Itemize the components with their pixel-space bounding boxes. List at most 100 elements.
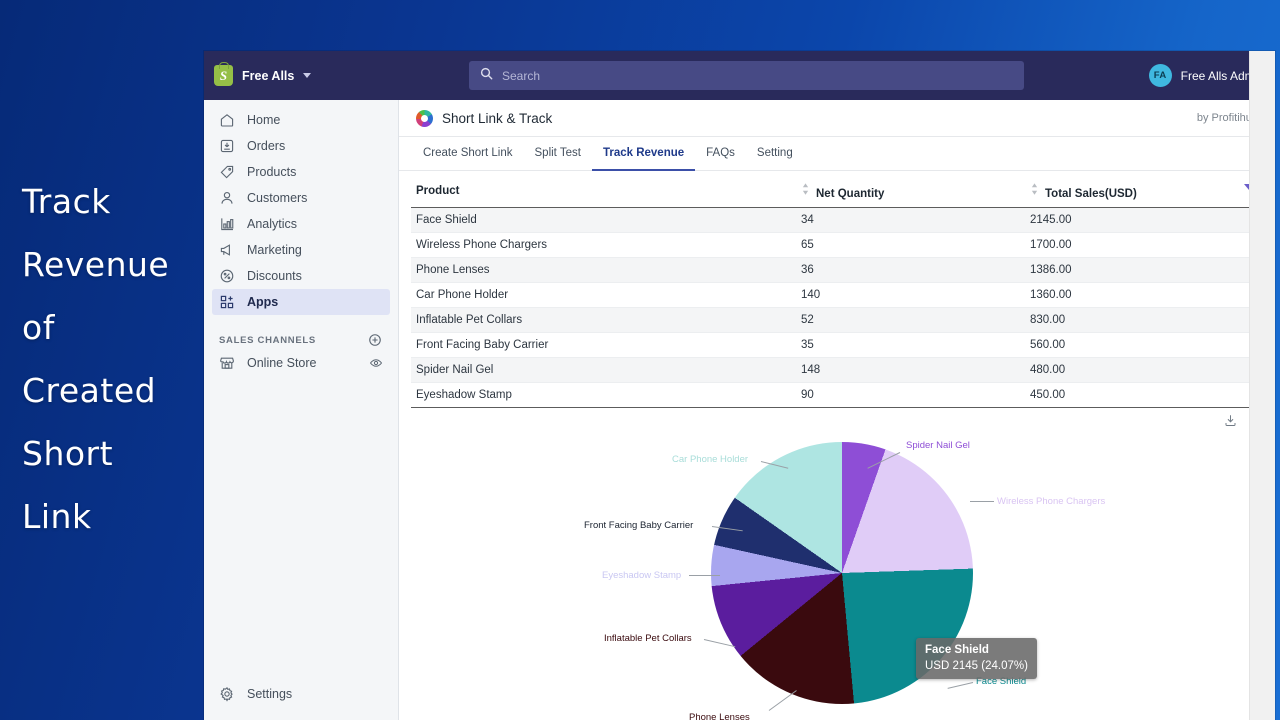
sidebar-settings-row: Settings xyxy=(204,681,398,707)
tab-faqs[interactable]: FAQs xyxy=(695,137,746,171)
shopify-admin-window: S Free Alls FA Free Alls Admin H xyxy=(204,51,1275,720)
table-row[interactable]: Inflatable Pet Collars 52 830.00 xyxy=(411,308,1258,333)
person-icon xyxy=(219,190,235,206)
revenue-table: Product Net Quantity Total Sales(USD xyxy=(411,175,1258,408)
column-label: Product xyxy=(416,185,459,197)
table-row[interactable]: Spider Nail Gel 148 480.00 xyxy=(411,358,1258,383)
sidebar-item-label: Apps xyxy=(247,295,278,309)
cell-sales: 1360.00 xyxy=(1025,283,1258,308)
sidebar: Home Orders Products Customers xyxy=(204,100,399,720)
sidebar-item-label: Analytics xyxy=(247,217,297,231)
tooltip-title: Face Shield xyxy=(925,642,1028,658)
app-title-wrap: Short Link & Track xyxy=(416,110,552,127)
search-box[interactable] xyxy=(469,61,1024,90)
promo-overlay-text: Track Revenue of Created Short Link xyxy=(22,170,202,548)
sidebar-item-marketing[interactable]: Marketing xyxy=(212,237,390,263)
eye-icon[interactable] xyxy=(369,356,383,370)
cell-sales: 830.00 xyxy=(1025,308,1258,333)
tab-track-revenue[interactable]: Track Revenue xyxy=(592,137,695,171)
chevron-down-icon xyxy=(303,73,311,78)
plus-circle-icon[interactable] xyxy=(368,333,382,347)
tab-bar: Create Short Link Split Test Track Reven… xyxy=(399,137,1275,171)
cell-quantity: 36 xyxy=(796,258,1025,283)
search-icon xyxy=(480,67,493,85)
sidebar-item-orders[interactable]: Orders xyxy=(212,133,390,159)
table-body: Face Shield 34 2145.00 Wireless Phone Ch… xyxy=(411,208,1258,408)
cell-product: Spider Nail Gel xyxy=(411,358,796,383)
table-row[interactable]: Wireless Phone Chargers 65 1700.00 xyxy=(411,233,1258,258)
pie-label-inflatable-pet-collars: Inflatable Pet Collars xyxy=(604,633,692,644)
sidebar-item-products[interactable]: Products xyxy=(212,159,390,185)
storefront-icon xyxy=(219,355,235,371)
table-row[interactable]: Phone Lenses 36 1386.00 xyxy=(411,258,1258,283)
sidebar-item-online-store[interactable]: Online Store xyxy=(212,350,390,376)
sidebar-item-home[interactable]: Home xyxy=(212,107,390,133)
pie-label-front-facing-baby-carrier: Front Facing Baby Carrier xyxy=(584,520,693,531)
cell-product: Wireless Phone Chargers xyxy=(411,233,796,258)
cell-product: Eyeshadow Stamp xyxy=(411,383,796,408)
tab-setting[interactable]: Setting xyxy=(746,137,804,171)
store-switcher-button[interactable]: S Free Alls xyxy=(204,51,323,100)
cell-product: Car Phone Holder xyxy=(411,283,796,308)
promo-line: Revenue xyxy=(22,233,202,296)
table-row[interactable]: Face Shield 34 2145.00 xyxy=(411,208,1258,233)
cell-quantity: 140 xyxy=(796,283,1025,308)
app-header: Short Link & Track by Profitihub xyxy=(399,100,1275,137)
download-icon[interactable] xyxy=(1223,413,1238,428)
cell-quantity: 65 xyxy=(796,233,1025,258)
cell-product: Phone Lenses xyxy=(411,258,796,283)
column-label: Net Quantity xyxy=(816,188,884,200)
gear-icon xyxy=(219,686,235,702)
sales-channels-label: SALES CHANNELS xyxy=(219,335,316,346)
sales-channels-header: SALES CHANNELS xyxy=(219,333,382,347)
table-row[interactable]: Front Facing Baby Carrier 35 560.00 xyxy=(411,333,1258,358)
pie-label-eyeshadow-stamp: Eyeshadow Stamp xyxy=(602,570,681,581)
sidebar-item-label: Discounts xyxy=(247,269,302,283)
download-row xyxy=(411,408,1258,428)
cell-product: Front Facing Baby Carrier xyxy=(411,333,796,358)
sidebar-item-discounts[interactable]: Discounts xyxy=(212,263,390,289)
column-header-total-sales[interactable]: Total Sales(USD) xyxy=(1025,175,1258,208)
table-row[interactable]: Eyeshadow Stamp 90 450.00 xyxy=(411,383,1258,408)
main-content: Short Link & Track by Profitihub Create … xyxy=(399,100,1275,720)
user-menu-button[interactable]: FA Free Alls Admin xyxy=(1149,51,1264,100)
app-title: Short Link & Track xyxy=(442,111,552,126)
cell-sales: 480.00 xyxy=(1025,358,1258,383)
cell-sales: 1386.00 xyxy=(1025,258,1258,283)
cell-sales: 2145.00 xyxy=(1025,208,1258,233)
sidebar-item-label: Orders xyxy=(247,139,285,153)
search-input[interactable] xyxy=(502,69,982,83)
tab-create-short-link[interactable]: Create Short Link xyxy=(412,137,524,171)
sidebar-item-customers[interactable]: Customers xyxy=(212,185,390,211)
admin-body: Home Orders Products Customers xyxy=(204,100,1275,720)
discount-icon xyxy=(219,268,235,284)
cell-sales: 560.00 xyxy=(1025,333,1258,358)
column-header-product[interactable]: Product xyxy=(411,175,796,208)
table-row[interactable]: Car Phone Holder 140 1360.00 xyxy=(411,283,1258,308)
store-name-label: Free Alls xyxy=(242,69,294,83)
pie-label-car-phone-holder: Car Phone Holder xyxy=(672,454,748,465)
sort-toggle-icon xyxy=(1030,182,1039,199)
sidebar-item-label: Products xyxy=(247,165,296,179)
apps-icon xyxy=(219,294,235,310)
pie-label-spider-nail-gel: Spider Nail Gel xyxy=(906,440,970,451)
table-header-row: Product Net Quantity Total Sales(USD xyxy=(411,175,1258,208)
promo-line: Short xyxy=(22,422,202,485)
sidebar-item-apps[interactable]: Apps xyxy=(212,289,390,315)
column-label: Total Sales(USD) xyxy=(1045,188,1137,200)
cell-sales: 1700.00 xyxy=(1025,233,1258,258)
tab-split-test[interactable]: Split Test xyxy=(524,137,592,171)
megaphone-icon xyxy=(219,242,235,258)
top-bar: S Free Alls FA Free Alls Admin xyxy=(204,51,1275,100)
cell-product: Face Shield xyxy=(411,208,796,233)
vertical-scrollbar[interactable] xyxy=(1249,51,1275,720)
sort-toggle-icon xyxy=(801,182,810,199)
pie-label-phone-lenses: Phone Lenses xyxy=(689,712,750,720)
cell-quantity: 90 xyxy=(796,383,1025,408)
column-header-net-quantity[interactable]: Net Quantity xyxy=(796,175,1025,208)
pie-leader-line xyxy=(970,501,994,502)
sidebar-item-settings[interactable]: Settings xyxy=(212,681,390,707)
sidebar-item-analytics[interactable]: Analytics xyxy=(212,211,390,237)
pie-leader-line xyxy=(769,690,797,711)
home-icon xyxy=(219,112,235,128)
